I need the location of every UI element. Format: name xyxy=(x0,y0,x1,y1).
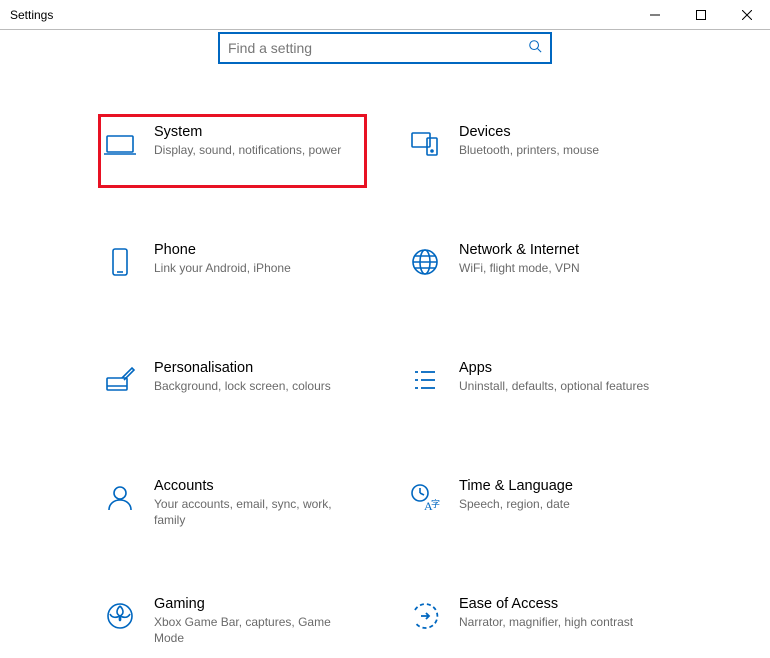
search-box[interactable] xyxy=(218,32,552,64)
tile-desc: Speech, region, date xyxy=(459,496,666,512)
ease-of-access-tile[interactable]: Ease of Access Narrator, magnifier, high… xyxy=(405,588,670,658)
display-icon xyxy=(104,128,136,160)
person-icon xyxy=(104,482,136,514)
tile-desc: WiFi, flight mode, VPN xyxy=(459,260,666,276)
tile-desc: Xbox Game Bar, captures, Game Mode xyxy=(154,614,361,646)
tile-desc: Display, sound, notifications, power xyxy=(154,142,361,158)
tile-title: Phone xyxy=(154,242,361,258)
minimize-button[interactable] xyxy=(632,0,678,29)
tile-desc: Uninstall, defaults, optional features xyxy=(459,378,666,394)
close-button[interactable] xyxy=(724,0,770,29)
svg-text:字: 字 xyxy=(431,498,440,509)
tile-title: Accounts xyxy=(154,478,361,494)
tile-desc: Your accounts, email, sync, work, family xyxy=(154,496,361,528)
tile-title: Devices xyxy=(459,124,666,140)
tile-desc: Background, lock screen, colours xyxy=(154,378,361,394)
maximize-button[interactable] xyxy=(678,0,724,29)
devices-tile[interactable]: Devices Bluetooth, printers, mouse xyxy=(405,116,670,186)
paint-icon xyxy=(104,364,136,396)
tile-title: Personalisation xyxy=(154,360,361,376)
phone-tile[interactable]: Phone Link your Android, iPhone xyxy=(100,234,365,304)
settings-grid: System Display, sound, notifications, po… xyxy=(0,64,770,658)
accounts-tile[interactable]: Accounts Your accounts, email, sync, wor… xyxy=(100,470,365,540)
search-icon xyxy=(528,39,542,58)
apps-icon xyxy=(409,364,441,396)
window-title: Settings xyxy=(10,8,53,22)
tile-desc: Narrator, magnifier, high contrast xyxy=(459,614,666,630)
gaming-tile[interactable]: Gaming Xbox Game Bar, captures, Game Mod… xyxy=(100,588,365,658)
apps-tile[interactable]: Apps Uninstall, defaults, optional featu… xyxy=(405,352,670,422)
gaming-icon xyxy=(104,600,136,632)
personalisation-tile[interactable]: Personalisation Background, lock screen,… xyxy=(100,352,365,422)
tile-title: Time & Language xyxy=(459,478,666,494)
tile-desc: Link your Android, iPhone xyxy=(154,260,361,276)
titlebar: Settings xyxy=(0,0,770,30)
network-tile[interactable]: Network & Internet WiFi, flight mode, VP… xyxy=(405,234,670,304)
phone-icon xyxy=(104,246,136,278)
time-language-tile[interactable]: A字 Time & Language Speech, region, date xyxy=(405,470,670,540)
ease-of-access-icon xyxy=(409,600,441,632)
tile-title: Ease of Access xyxy=(459,596,666,612)
tile-title: Network & Internet xyxy=(459,242,666,258)
tile-title: Apps xyxy=(459,360,666,376)
search-input[interactable] xyxy=(228,40,528,56)
tile-desc: Bluetooth, printers, mouse xyxy=(459,142,666,158)
globe-icon xyxy=(409,246,441,278)
tile-title: System xyxy=(154,124,361,140)
system-tile[interactable]: System Display, sound, notifications, po… xyxy=(100,116,365,186)
window-controls xyxy=(632,0,770,29)
search-container xyxy=(0,30,770,64)
time-language-icon: A字 xyxy=(409,482,441,514)
tile-title: Gaming xyxy=(154,596,361,612)
devices-icon xyxy=(409,128,441,160)
